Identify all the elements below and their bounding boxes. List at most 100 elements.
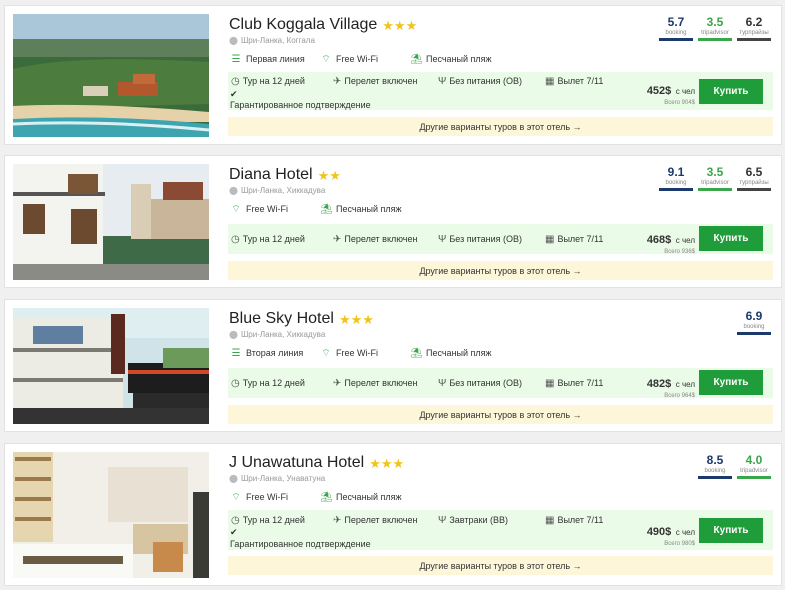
feature-item: ⛱ Песчаный пляж [410,347,492,359]
feature-item: ⌔ Free Wi-Fi [231,203,288,215]
clock-icon: ◷ [231,514,240,526]
beach-icon: ⛱ [320,491,333,503]
feature-item: ⛱ Песчаный пляж [320,491,402,503]
other-options-link[interactable]: Другие варианты туров в этот отель → [228,261,773,280]
wifi-icon: ⌔ [231,491,241,503]
price-block: 468$ с чел Всего 936$ [646,234,695,255]
tour-departure: ▦ Вылет 7/11 [545,377,604,389]
clock-icon: ◷ [231,233,240,245]
star-rating: ★ ★ ★ [382,19,417,32]
buy-button[interactable]: Купить [699,370,763,395]
price-per-person: 468$ [646,234,672,246]
line-icon: ☰ [231,53,241,65]
hotel-photo[interactable] [13,308,209,424]
tour-departure: ▦ Вылет 7/11 [545,233,604,245]
tour-departure: ▦ Вылет 7/11 [545,514,604,526]
tour-meals: Ψ Без питания (ОВ) [438,233,522,245]
feature-item: ☰ Вторая линия [231,347,304,359]
tour-duration: ◷ Тур на 12 дней [231,233,305,245]
price-total: Всего 904$ [664,100,695,106]
star-icon: ★ [329,167,341,183]
rating-booking[interactable]: 8.5 booking [698,453,732,479]
location-pin-icon: ⬤ [229,474,238,483]
hotel-location: ⬤ Шри-Ланка, Хиккадува [229,330,326,339]
tour-offer-box: ◷ Тур на 12 дней ✈ Перелет включен Ψ Без пи… [228,72,773,110]
tour-duration: ◷ Тур на 12 дней [231,75,305,87]
hotel-name[interactable]: J Unawatuna Hotel [229,454,364,472]
hotel-location: ⬤ Шри-Ланка, Коггала [229,36,315,45]
calendar-icon: ▦ [545,75,555,87]
plane-icon: ✈ [333,75,342,87]
calendar-icon: ▦ [545,233,555,245]
rating-booking[interactable]: 9.1 booking [659,165,693,191]
location-pin-icon: ⬤ [229,186,238,195]
tour-offer-box: ◷ Тур на 12 дней ✈ Перелет включен Ψ Завтра… [228,510,773,550]
star-rating: ★ ★ ★ [369,457,404,470]
clock-icon: ◷ [231,75,240,87]
clock-icon: ◷ [231,377,240,389]
buy-button[interactable]: Купить [699,226,763,251]
star-icon: ★ [350,311,363,327]
star-rating: ★ ★ ★ [339,313,374,326]
price-total: Всего 936$ [664,249,695,255]
hotel-photo[interactable] [13,452,209,578]
plane-icon: ✈ [333,514,342,526]
hotel-location: ⬤ Шри-Ланка, Хиккадува [229,186,326,195]
wifi-icon: ⌔ [321,53,331,65]
star-icon: ★ [338,311,351,327]
rating-tripadvisor[interactable]: 3.5 tripadvisor [698,15,732,41]
fork-knife-icon: Ψ [438,233,447,245]
other-options-link[interactable]: Другие варианты туров в этот отель → [228,556,773,575]
line-icon: ☰ [231,347,241,359]
rating-tripadvisor[interactable]: 4.0 tripadvisor [737,453,771,479]
feature-item: ⌔ Free Wi-Fi [231,491,288,503]
plane-icon: ✈ [333,233,342,245]
feature-item: ⛱ Песчаный пляж [320,203,402,215]
star-icon: ★ [392,455,405,471]
hotel-name[interactable]: Diana Hotel [229,166,313,184]
beach-icon: ⛱ [410,53,423,65]
hotel-photo[interactable] [13,164,209,280]
location-pin-icon: ⬤ [229,36,238,45]
other-options-link[interactable]: Другие варианты туров в этот отель → [228,117,773,136]
hotel-name[interactable]: Club Koggala Village [229,16,377,34]
buy-button[interactable]: Купить [699,79,763,104]
calendar-icon: ▦ [545,377,555,389]
fork-knife-icon: Ψ [438,75,447,87]
star-icon: ★ [405,17,418,33]
guarantee-text: Гарантированное подтверждение [230,100,371,110]
hotel-card: Club Koggala Village ★ ★ ★ ⬤ Шри-Ланка, Ког… [4,5,782,145]
feature-item: ⌔ Free Wi-Fi [321,53,378,65]
tour-offer-box: ◷ Тур на 12 дней ✈ Перелет включен Ψ Без пи… [228,224,773,255]
price-per-person: 482$ [646,378,672,390]
hotel-card: J Unawatuna Hotel ★ ★ ★ ⬤ Шри-Ланка, Унават… [4,443,782,586]
tour-flight: ✈ Перелет включен [333,75,418,87]
hotel-card: Blue Sky Hotel ★ ★ ★ ⬤ Шри-Ланка, Хиккадува… [4,299,782,432]
other-options-link[interactable]: Другие варианты туров в этот отель → [228,405,773,424]
wifi-icon: ⌔ [321,347,331,359]
location-pin-icon: ⬤ [229,330,238,339]
hotel-name[interactable]: Blue Sky Hotel [229,310,334,328]
beach-icon: ⛱ [320,203,333,215]
wifi-icon: ⌔ [231,203,241,215]
buy-button[interactable]: Купить [699,518,763,543]
feature-item: ⛱ Песчаный пляж [410,53,492,65]
rating-booking[interactable]: 5.7 booking [659,15,693,41]
hotel-card: Diana Hotel ★ ★ ⬤ Шри-Ланка, Хиккадува ⌔ Fr… [4,155,782,288]
tour-meals: Ψ Завтраки (BB) [438,514,508,526]
fork-knife-icon: Ψ [438,377,447,389]
price-total: Всего 980$ [664,541,695,547]
tour-flight: ✈ Перелет включен [333,233,418,245]
star-icon: ★ [380,455,393,471]
rating-tripadvisor[interactable]: 3.5 tripadvisor [698,165,732,191]
star-icon: ★ [393,17,406,33]
price-per-person: 452$ [646,85,672,97]
tour-offer-box: ◷ Тур на 12 дней ✈ Перелет включен Ψ Без пи… [228,368,773,399]
hotel-photo[interactable] [13,14,209,137]
rating-turprize[interactable]: 6.2 турпрайзы [737,15,771,41]
rating-turprize[interactable]: 6.5 турпрайзы [737,165,771,191]
rating-booking[interactable]: 6.9 booking [737,309,771,335]
star-icon: ★ [382,17,394,33]
price-block: 482$ с чел Всего 964$ [646,378,695,399]
calendar-icon: ▦ [545,514,555,526]
